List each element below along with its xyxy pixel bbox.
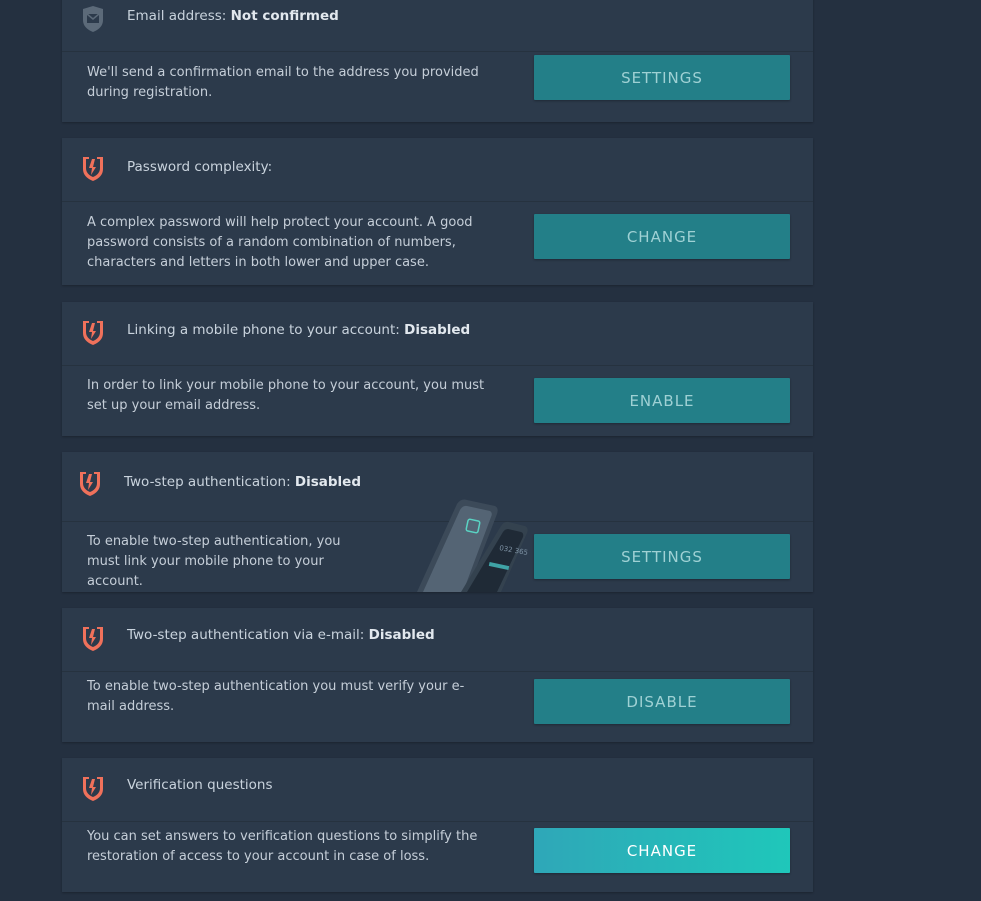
password-change-button[interactable]: CHANGE	[534, 214, 790, 259]
two-step-card: Two-step authentication: Disabled 032 36…	[62, 452, 813, 592]
mobile-phone-card: Linking a mobile phone to your account: …	[62, 302, 813, 436]
two-step-card-title: Two-step authentication: Disabled	[124, 474, 361, 490]
email-settings-button[interactable]: SETTINGS	[534, 55, 790, 100]
warning-shield-icon	[82, 775, 104, 801]
password-card: Password complexity: A complex password …	[62, 138, 813, 285]
password-card-body: A complex password will help protect you…	[62, 201, 813, 285]
mobile-phone-status: Disabled	[404, 322, 471, 338]
two-step-card-body: To enable two-step authentication, you m…	[62, 521, 813, 592]
email-card-title: Email address: Not confirmed	[127, 8, 339, 24]
mail-shield-icon	[82, 6, 104, 32]
two-step-description: To enable two-step authentication, you m…	[87, 534, 341, 589]
verification-questions-card-header: Verification questions	[62, 758, 813, 822]
warning-shield-icon	[79, 470, 101, 496]
verification-questions-change-button[interactable]: CHANGE	[534, 828, 790, 873]
warning-shield-icon	[82, 319, 104, 345]
verification-questions-card: Verification questions You can set answe…	[62, 758, 813, 892]
mobile-phone-card-header: Linking a mobile phone to your account: …	[62, 302, 813, 366]
two-step-email-disable-button[interactable]: DISABLE	[534, 679, 790, 724]
password-card-title: Password complexity:	[127, 159, 273, 175]
mobile-phone-card-title: Linking a mobile phone to your account: …	[127, 322, 471, 338]
password-description: A complex password will help protect you…	[87, 215, 473, 270]
two-step-email-card-header: Two-step authentication via e-mail: Disa…	[62, 608, 813, 672]
mobile-phone-card-body: In order to link your mobile phone to yo…	[62, 365, 813, 436]
email-status: Not confirmed	[230, 8, 339, 24]
warning-shield-icon	[82, 625, 104, 651]
two-step-email-description: To enable two-step authentication you mu…	[87, 679, 465, 714]
two-step-email-card: Two-step authentication via e-mail: Disa…	[62, 608, 813, 742]
email-card: Email address: Not confirmed We'll send …	[62, 0, 813, 122]
mobile-phone-description: In order to link your mobile phone to yo…	[87, 378, 485, 413]
two-step-email-card-body: To enable two-step authentication you mu…	[62, 671, 813, 742]
verification-questions-card-body: You can set answers to verification ques…	[62, 821, 813, 892]
password-card-header: Password complexity:	[62, 138, 813, 202]
email-description: We'll send a confirmation email to the a…	[87, 65, 479, 100]
two-step-email-card-title: Two-step authentication via e-mail: Disa…	[127, 627, 435, 643]
two-step-email-status: Disabled	[368, 627, 435, 643]
two-step-status: Disabled	[294, 474, 361, 490]
verification-questions-card-title: Verification questions	[127, 777, 273, 793]
email-card-header: Email address: Not confirmed	[62, 0, 813, 52]
email-card-body: We'll send a confirmation email to the a…	[62, 51, 813, 122]
mobile-phone-enable-button[interactable]: ENABLE	[534, 378, 790, 423]
two-step-settings-button[interactable]: SETTINGS	[534, 534, 790, 579]
verification-questions-description: You can set answers to verification ques…	[87, 829, 478, 864]
warning-shield-icon	[82, 155, 104, 181]
